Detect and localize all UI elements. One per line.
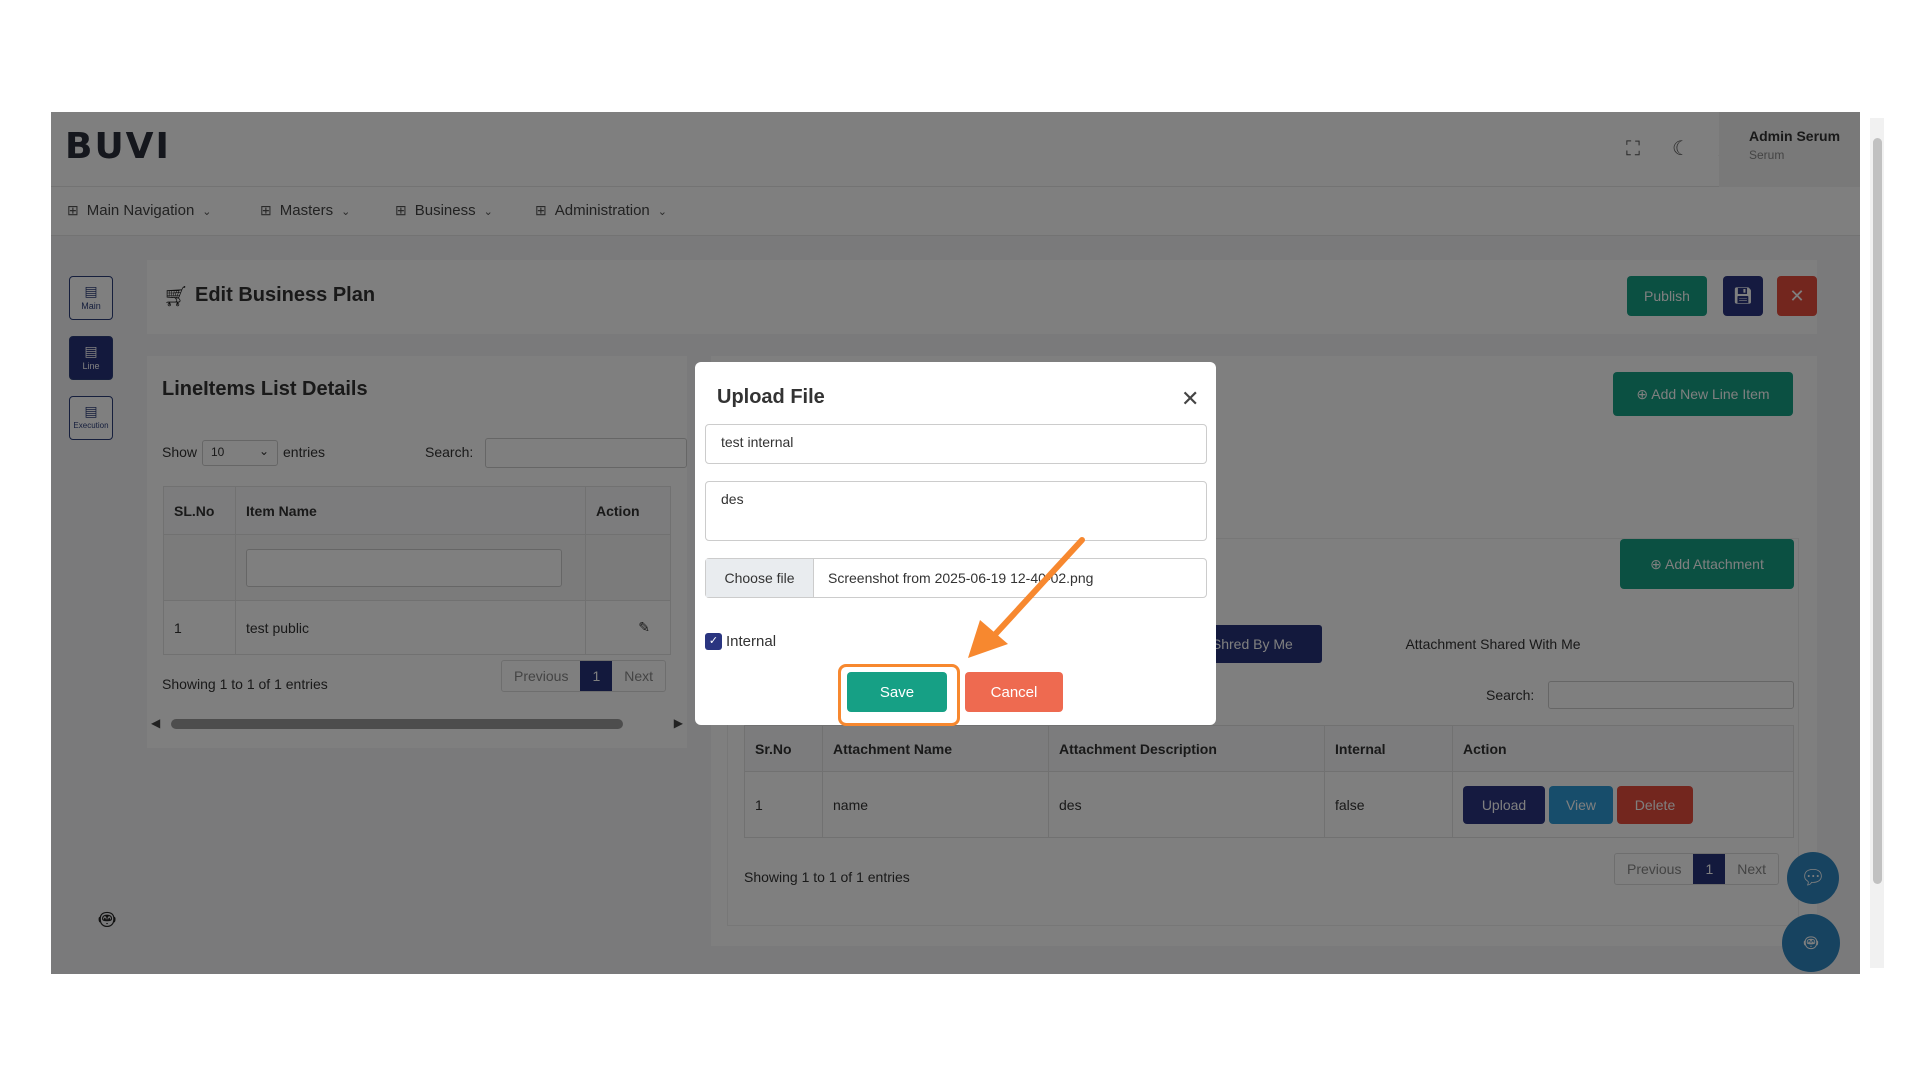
close-icon[interactable]: ✕ [1181, 386, 1199, 412]
annotation-arrow [968, 537, 1085, 658]
arrow-shaft [987, 537, 1085, 643]
page-scrollbar[interactable] [1870, 118, 1884, 968]
internal-checkbox[interactable]: ✓ [705, 633, 722, 650]
cancel-button[interactable]: Cancel [965, 672, 1063, 712]
internal-checkbox-label[interactable]: Internal [726, 633, 776, 650]
save-highlight-box [838, 664, 960, 726]
choose-file-button[interactable]: Choose file [706, 559, 814, 597]
modal-title: Upload File [717, 386, 825, 408]
page-scrollbar-thumb[interactable] [1873, 138, 1882, 884]
attachment-name-input[interactable]: test internal [705, 424, 1207, 464]
